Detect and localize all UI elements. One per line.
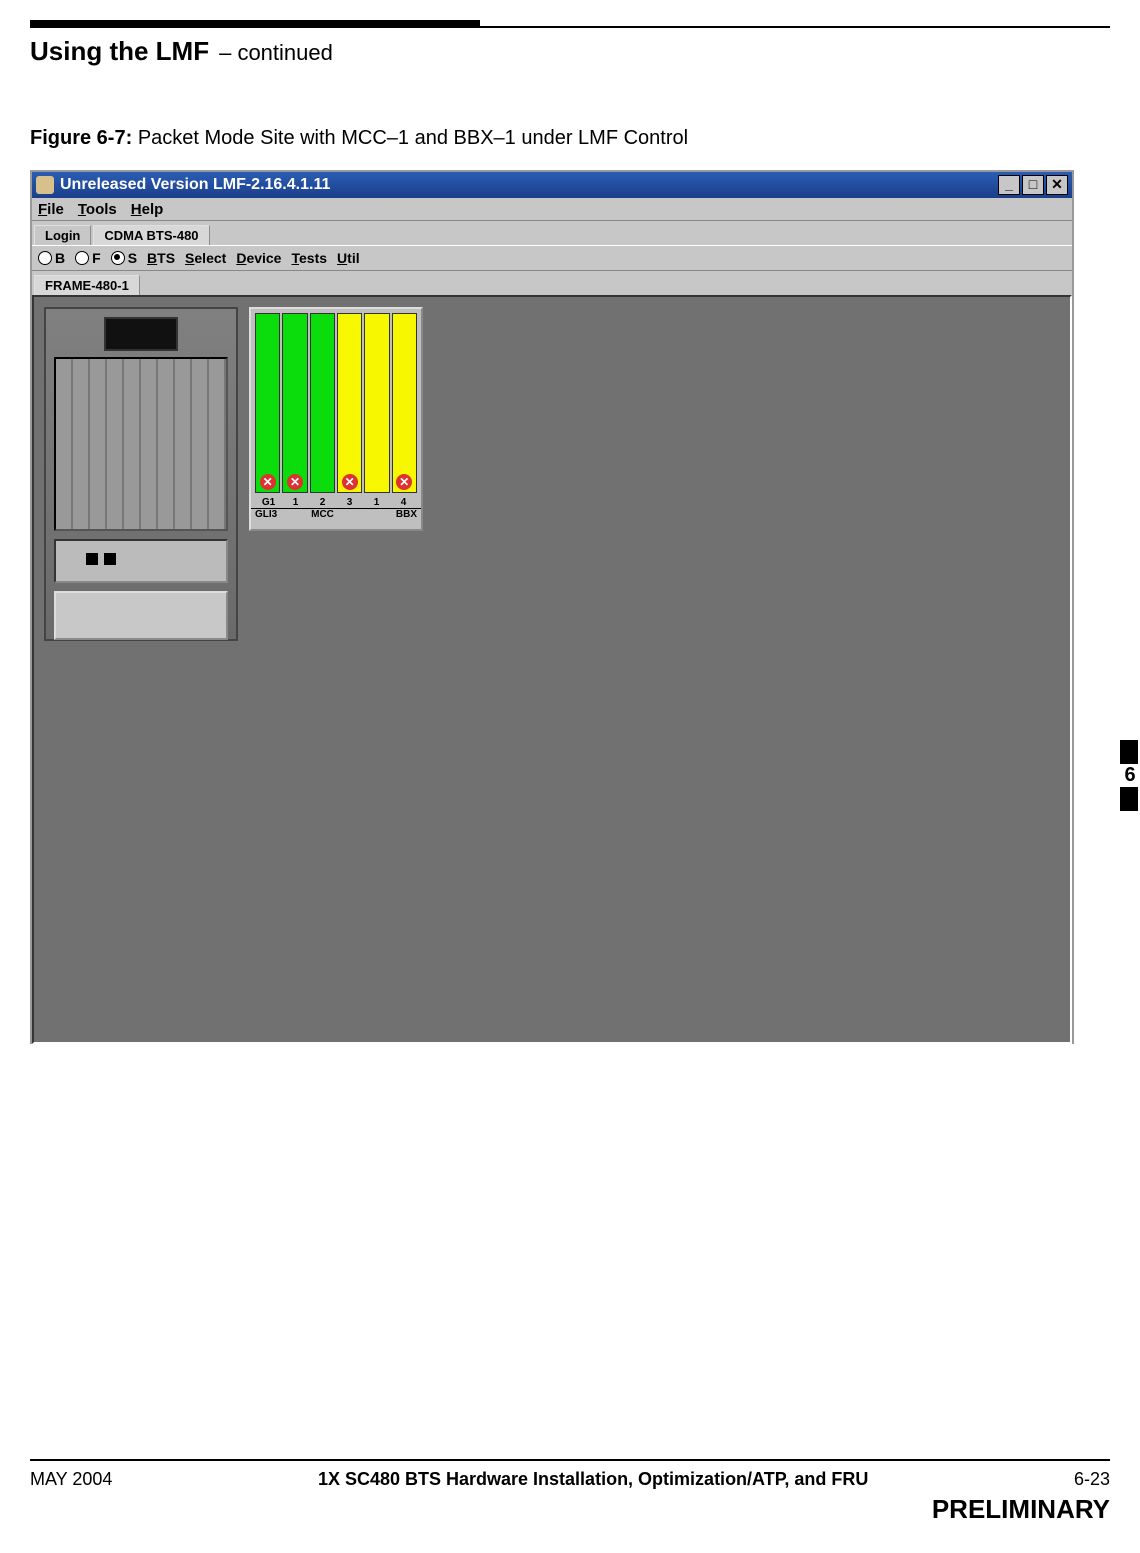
heading-continued: – continued: [219, 40, 333, 66]
chassis-drawer: [54, 591, 228, 640]
toolbar-device[interactable]: Device: [236, 250, 281, 266]
radio-f[interactable]: [75, 251, 89, 265]
slot-mcc-2[interactable]: [310, 313, 335, 493]
toolbar-select[interactable]: Select: [185, 250, 226, 266]
side-tab-block: [1120, 787, 1138, 811]
section-heading: Using the LMF – continued: [30, 36, 1110, 67]
figure-number: Figure 6-7:: [30, 127, 132, 149]
slot-number-row: G1 1 2 3 1 4: [251, 497, 421, 508]
chassis-cardcage: [54, 357, 228, 531]
error-icon: ✕: [396, 474, 412, 490]
chassis-bottom-panel: [54, 539, 228, 583]
radio-s-label: S: [128, 250, 137, 266]
slot-label: 1: [363, 497, 390, 508]
tab-frame[interactable]: FRAME-480-1: [34, 275, 140, 295]
content-area: ✕ ✕ ✕ ✕ G1 1 2 3 1 4 GLI3 MCC: [32, 295, 1072, 1044]
slot-group-row: GLI3 MCC BBX: [251, 508, 421, 520]
radio-b-label: B: [55, 250, 65, 266]
figure-caption: Figure 6-7: Packet Mode Site with MCC–1 …: [30, 127, 1110, 150]
group-gli3: GLI3: [255, 509, 282, 520]
window-controls: _ □ ✕: [998, 175, 1068, 195]
close-button[interactable]: ✕: [1046, 175, 1068, 195]
group-mcc: MCC: [282, 509, 363, 520]
footer-date: MAY 2004: [30, 1469, 112, 1490]
slot-label: G1: [255, 497, 282, 508]
toolbar-util[interactable]: Util: [337, 250, 360, 266]
titlebar: Unreleased Version LMF-2.16.4.1.11 _ □ ✕: [32, 172, 1072, 198]
app-window: Unreleased Version LMF-2.16.4.1.11 _ □ ✕…: [30, 170, 1074, 1044]
slot-g1[interactable]: ✕: [255, 313, 280, 493]
error-icon: ✕: [260, 474, 276, 490]
slot-label: 3: [336, 497, 363, 508]
page-side-tab: 6: [1120, 740, 1140, 811]
top-rule: [30, 26, 1110, 28]
menu-file[interactable]: File: [38, 201, 64, 218]
tab-login[interactable]: Login: [34, 225, 91, 245]
menu-tools[interactable]: Tools: [78, 201, 117, 218]
radio-s[interactable]: [111, 251, 125, 265]
figure-text: Packet Mode Site with MCC–1 and BBX–1 un…: [138, 127, 688, 149]
page-footer: MAY 2004 1X SC480 BTS Hardware Installat…: [30, 1459, 1110, 1525]
square-icon: [104, 553, 116, 565]
square-icon: [86, 553, 98, 565]
slot-mcc-1[interactable]: ✕: [282, 313, 307, 493]
toolbar-bts[interactable]: BTS: [147, 250, 175, 266]
tab-cdma-bts[interactable]: CDMA BTS-480: [93, 225, 209, 245]
menubar: File Tools Help: [32, 198, 1072, 221]
java-icon: [36, 176, 54, 194]
toolbar-tests[interactable]: Tests: [291, 250, 327, 266]
footer-title: 1X SC480 BTS Hardware Installation, Opti…: [318, 1469, 868, 1490]
heading-title: Using the LMF: [30, 36, 209, 67]
footer-rule: [30, 1459, 1110, 1461]
side-tab-block: [1120, 740, 1138, 764]
slot-mcc-3[interactable]: ✕: [337, 313, 362, 493]
slot-map: ✕ ✕ ✕ ✕ G1 1 2 3 1 4 GLI3 MCC: [249, 307, 423, 531]
chassis-top: [104, 317, 178, 351]
error-icon: ✕: [287, 474, 303, 490]
maximize-button[interactable]: □: [1022, 175, 1044, 195]
frame-tabbar: FRAME-480-1: [32, 271, 1072, 295]
window-title: Unreleased Version LMF-2.16.4.1.11: [60, 176, 330, 194]
radio-f-label: F: [92, 250, 101, 266]
slot-bbx-1[interactable]: [364, 313, 389, 493]
footer-page: 6-23: [1074, 1469, 1110, 1490]
slot-row: ✕ ✕ ✕ ✕: [251, 309, 421, 497]
slot-label: 1: [282, 497, 309, 508]
minimize-button[interactable]: _: [998, 175, 1020, 195]
secondary-toolbar: B F S BTS Select Device Tests Util: [32, 245, 1072, 271]
footer-preliminary: PRELIMINARY: [30, 1494, 1110, 1525]
group-bbx: BBX: [363, 509, 417, 520]
chassis-photo: [44, 307, 238, 641]
slot-label: 2: [309, 497, 336, 508]
slot-bbx-4[interactable]: ✕: [392, 313, 417, 493]
side-tab-number: 6: [1120, 764, 1140, 787]
menu-help[interactable]: Help: [131, 201, 164, 218]
radio-b[interactable]: [38, 251, 52, 265]
slot-label: 4: [390, 497, 417, 508]
footer-row: MAY 2004 1X SC480 BTS Hardware Installat…: [30, 1469, 1110, 1490]
error-icon: ✕: [342, 474, 358, 490]
main-tabbar: Login CDMA BTS-480: [32, 221, 1072, 245]
